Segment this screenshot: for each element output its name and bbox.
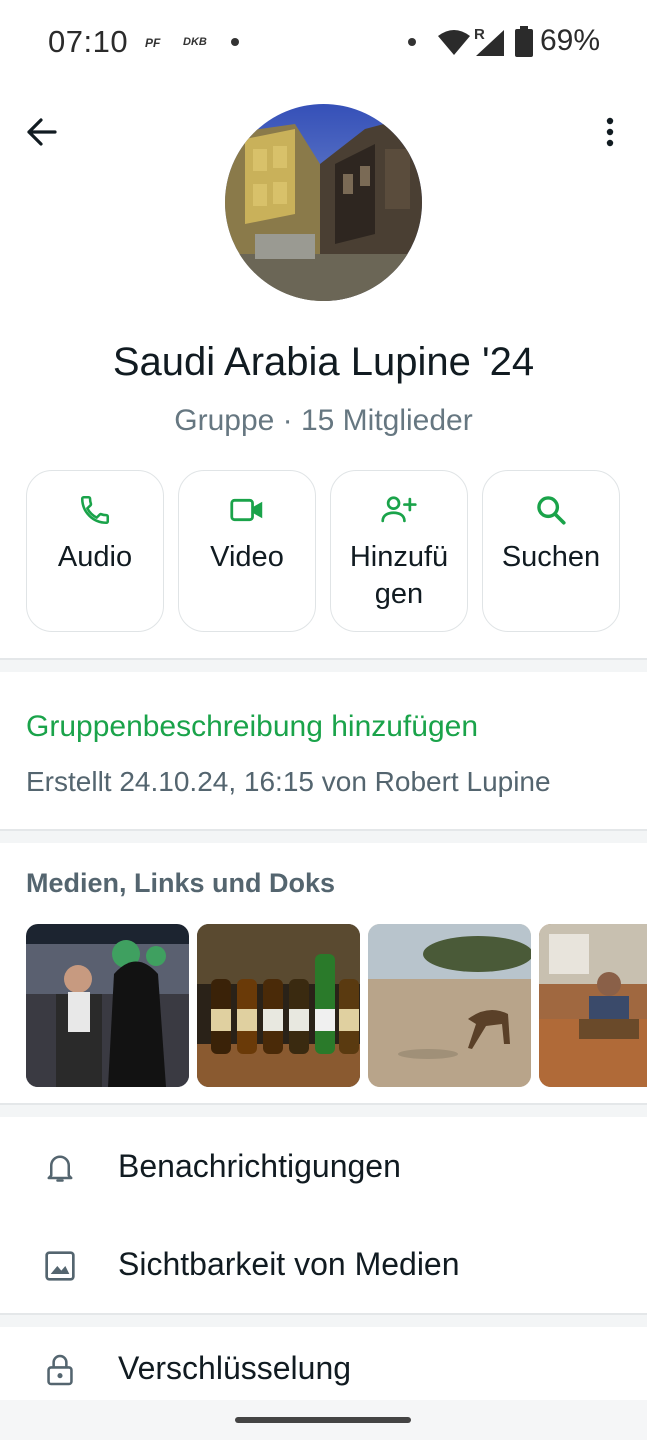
battery-percent: 69% <box>540 24 601 57</box>
arrow-left-icon <box>27 118 57 146</box>
search-button[interactable]: Suchen <box>482 470 620 632</box>
more-options-button[interactable] <box>588 110 632 154</box>
search-icon <box>537 496 566 525</box>
group-avatar[interactable] <box>225 104 422 301</box>
media-thumbnail[interactable] <box>368 924 531 1087</box>
action-buttons: Audio Video Hinzufü gen Suchen <box>26 470 622 632</box>
audio-call-button[interactable]: Audio <box>26 470 164 632</box>
status-bar: 07:10 PF DKB R 69% <box>0 0 647 86</box>
image-icon <box>45 1251 75 1281</box>
signal-icon <box>476 30 504 56</box>
video-label: Video <box>210 541 284 573</box>
add-person-icon <box>381 496 417 523</box>
status-time: 07:10 <box>48 24 129 59</box>
media-photo <box>26 924 189 1087</box>
search-label: Suchen <box>501 541 601 573</box>
battery-icon <box>515 26 533 57</box>
encryption-label: Verschlüsselung <box>118 1350 352 1386</box>
media-thumbnail[interactable] <box>539 924 647 1087</box>
more-vert-icon <box>606 117 614 147</box>
wifi-icon <box>438 30 470 55</box>
lock-icon <box>47 1354 73 1386</box>
section-divider <box>0 1103 647 1117</box>
notifications-item[interactable]: Benachrichtigungen <box>0 1120 647 1216</box>
media-photo <box>368 924 531 1087</box>
add-member-button[interactable]: Hinzufü gen <box>330 470 468 632</box>
carrier-b-label: DKB <box>183 36 207 48</box>
phone-icon <box>80 495 110 525</box>
bell-icon <box>47 1155 73 1182</box>
notification-dot <box>231 38 239 46</box>
add-group-description-link[interactable]: Gruppenbeschreibung hinzufügen <box>26 710 478 744</box>
group-name: Saudi Arabia Lupine '24 <box>112 340 535 384</box>
media-thumbnail[interactable] <box>197 924 360 1087</box>
back-button[interactable] <box>20 110 64 154</box>
created-info: Erstellt 24.10.24, 16:15 von Robert Lupi… <box>26 766 551 797</box>
group-member-count: Gruppe · 15 Mitglieder <box>174 404 473 437</box>
video-icon <box>230 498 263 522</box>
add-label: Hinzufü gen <box>349 541 449 610</box>
media-thumbnails <box>26 924 647 1087</box>
notifications-label: Benachrichtigungen <box>118 1148 401 1184</box>
media-section-title[interactable]: Medien, Links und Doks <box>26 868 335 899</box>
video-call-button[interactable]: Video <box>178 470 316 632</box>
media-thumbnail[interactable] <box>26 924 189 1087</box>
system-nav-bar <box>0 1400 647 1440</box>
media-photo <box>197 924 360 1087</box>
media-visibility-label: Sichtbarkeit von Medien <box>118 1246 460 1282</box>
group-photo <box>225 104 422 301</box>
audio-label: Audio <box>57 541 133 573</box>
section-divider <box>0 658 647 672</box>
carrier-a-label: PF <box>145 36 161 50</box>
media-visibility-item[interactable]: Sichtbarkeit von Medien <box>0 1218 647 1314</box>
notification-dot <box>408 38 416 46</box>
home-gesture-handle[interactable] <box>235 1417 411 1423</box>
section-divider <box>0 829 647 843</box>
media-photo <box>539 924 647 1087</box>
